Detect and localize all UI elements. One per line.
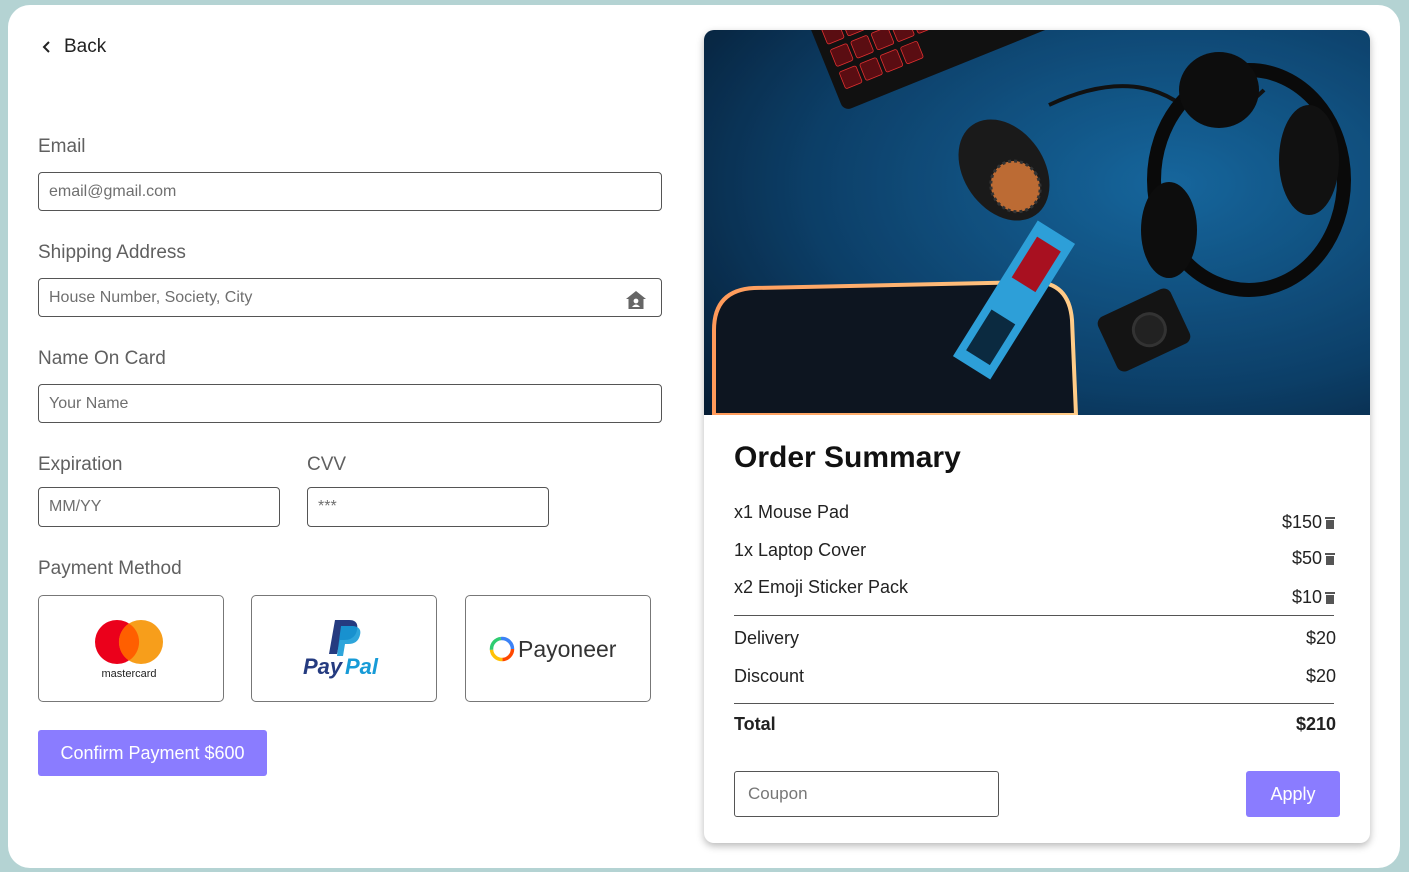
delivery-value: $20 bbox=[1305, 628, 1336, 648]
home-icon bbox=[626, 291, 646, 309]
line-item-name: x1 Mouse Pad bbox=[734, 502, 850, 522]
price-value: $50 bbox=[1291, 548, 1322, 568]
total-value: $210 bbox=[1295, 714, 1336, 734]
trash-icon[interactable] bbox=[1324, 591, 1336, 605]
divider bbox=[734, 703, 1334, 704]
name-on-card-field[interactable] bbox=[38, 384, 662, 423]
chevron-left-icon bbox=[38, 38, 56, 56]
confirm-payment-button[interactable]: Confirm Payment $600 bbox=[38, 730, 267, 776]
back-button[interactable]: Back bbox=[38, 36, 106, 58]
email-label: Email bbox=[38, 136, 86, 157]
svg-text:mastercard: mastercard bbox=[101, 668, 156, 680]
shipping-address-label: Shipping Address bbox=[38, 242, 186, 263]
trash-icon[interactable] bbox=[1324, 552, 1336, 566]
mastercard-logo-icon: mastercard bbox=[95, 619, 163, 680]
divider bbox=[734, 615, 1334, 616]
product-hero-image bbox=[704, 30, 1370, 415]
payment-method-label: Payment Method bbox=[38, 558, 182, 579]
line-item-name: 1x Laptop Cover bbox=[734, 540, 867, 560]
payment-option-paypal[interactable]: Pay Pal bbox=[251, 595, 437, 702]
payment-option-mastercard[interactable]: mastercard bbox=[38, 595, 224, 702]
email-field[interactable] bbox=[38, 172, 662, 211]
discount-label: Discount bbox=[734, 666, 805, 686]
payment-option-payoneer[interactable]: Payoneer bbox=[465, 595, 651, 702]
svg-text:Pay: Pay bbox=[303, 654, 344, 679]
trash-icon[interactable] bbox=[1324, 516, 1336, 530]
price-value: $150 bbox=[1281, 512, 1322, 532]
line-item-name: x2 Emoji Sticker Pack bbox=[734, 577, 909, 597]
order-summary-panel: Order Summary x1 Mouse Pad $150 1x Lapto… bbox=[704, 30, 1370, 843]
name-on-card-label: Name On Card bbox=[38, 348, 166, 369]
cvv-field[interactable] bbox=[307, 487, 549, 527]
shipping-address-field[interactable] bbox=[38, 278, 662, 317]
discount-value: $20 bbox=[1305, 666, 1336, 686]
total-label: Total bbox=[734, 714, 776, 734]
line-item-price: $50 bbox=[1292, 548, 1336, 569]
expiration-label: Expiration bbox=[38, 454, 123, 475]
price-value: $10 bbox=[1291, 587, 1322, 607]
delivery-label: Delivery bbox=[734, 628, 800, 648]
paypal-logo-icon: Pay Pal bbox=[303, 619, 379, 679]
back-label: Back bbox=[64, 36, 107, 57]
expiration-field[interactable] bbox=[38, 487, 280, 527]
line-item-price: $10 bbox=[1292, 587, 1336, 608]
svg-text:Pal: Pal bbox=[345, 654, 379, 679]
order-summary-title: Order Summary bbox=[734, 441, 961, 474]
svg-text:Payoneer: Payoneer bbox=[518, 636, 617, 662]
coupon-input[interactable] bbox=[734, 771, 999, 817]
apply-coupon-button[interactable]: Apply bbox=[1246, 771, 1340, 817]
line-item-price: $150 bbox=[1282, 512, 1336, 533]
cvv-label: CVV bbox=[307, 454, 347, 475]
payoneer-logo-icon: Payoneer bbox=[489, 636, 617, 662]
